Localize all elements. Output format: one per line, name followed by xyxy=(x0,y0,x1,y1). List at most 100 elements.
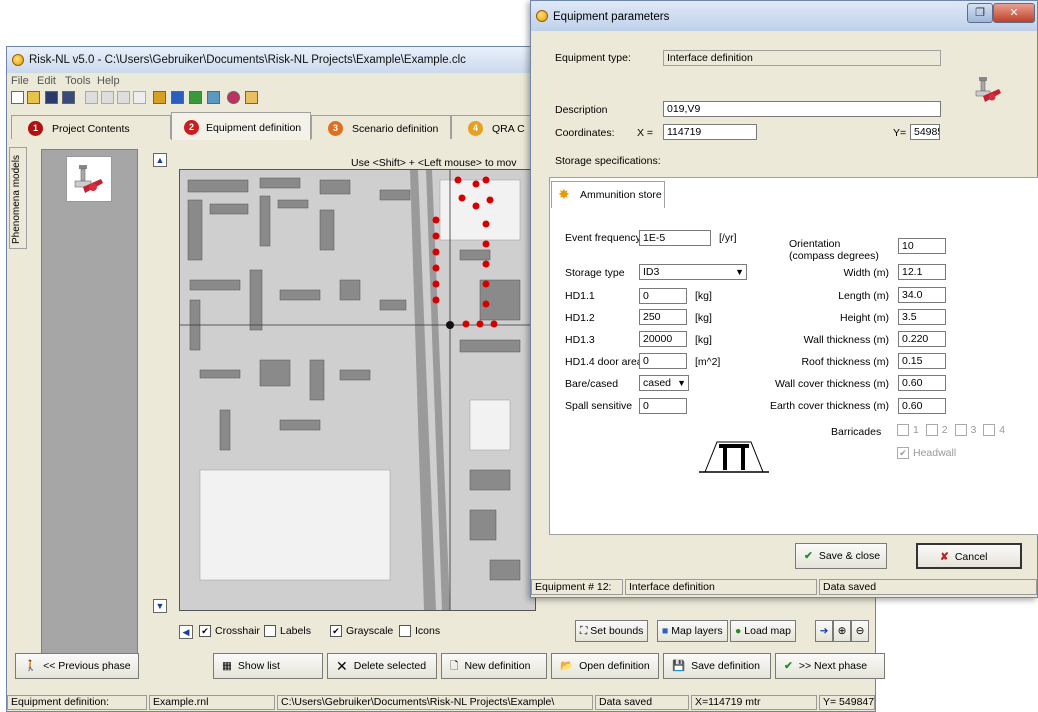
map-view[interactable] xyxy=(179,169,536,611)
new-file-icon[interactable] xyxy=(11,91,24,104)
next-phase-label: >> Next phase xyxy=(798,660,868,672)
book-icon[interactable] xyxy=(245,91,258,104)
close-button[interactable]: ✕ xyxy=(993,3,1035,23)
wall-thickness-input[interactable]: 0.220 xyxy=(898,331,946,347)
open-folder-icon[interactable] xyxy=(27,91,40,104)
equipment-tool-icon[interactable] xyxy=(66,156,112,202)
previous-phase-button[interactable]: 🚶 << Previous phase xyxy=(15,653,139,679)
explosion-icon: ✸ xyxy=(558,186,570,202)
tab-ammunition-store[interactable]: ✸ Ammunition store xyxy=(551,181,665,208)
headwall-checkbox[interactable]: ✔ xyxy=(897,447,909,460)
spall-sensitive-input[interactable]: 0 xyxy=(639,398,687,414)
tab-project-contents[interactable]: 1 Project Contents xyxy=(11,115,171,139)
dialog-app-icon xyxy=(536,10,548,22)
hd11-input[interactable]: 0 xyxy=(639,288,687,304)
zoom-in-button[interactable]: ⊕ xyxy=(833,620,851,642)
spall-sensitive-label: Spall sensitive xyxy=(565,400,633,412)
pan-right-button[interactable]: ➜ xyxy=(815,620,833,642)
wall-cover-input[interactable]: 0.60 xyxy=(898,375,946,391)
scroll-down-button[interactable]: ▼ xyxy=(153,599,167,613)
paste-icon[interactable] xyxy=(117,91,130,104)
menu-help[interactable]: Help xyxy=(97,75,120,87)
roof-thickness-input[interactable]: 0.15 xyxy=(898,353,946,369)
earth-cover-label: Earth cover thickness (m) xyxy=(769,400,889,412)
width-input[interactable]: 12.1 xyxy=(898,264,946,280)
save-icon[interactable] xyxy=(45,91,58,104)
walk-icon: 🚶 xyxy=(24,660,38,673)
earth-cover-input[interactable]: 0.60 xyxy=(898,398,946,414)
crosshair-checkbox[interactable]: ✔ xyxy=(199,625,211,638)
barricade-3-checkbox[interactable] xyxy=(954,424,967,437)
hd13-unit: [kg] xyxy=(695,334,712,346)
scroll-up-button[interactable]: ▲ xyxy=(153,153,167,167)
hd13-input[interactable]: 20000 xyxy=(639,331,687,347)
menu-file[interactable]: File xyxy=(11,75,29,87)
cancel-button[interactable]: ✘ Cancel xyxy=(916,543,1022,569)
save-definition-button[interactable]: 💾 Save definition xyxy=(663,653,771,679)
height-input[interactable]: 3.5 xyxy=(898,309,946,325)
zoom-out-button[interactable]: ⊖ xyxy=(851,620,869,642)
map-layers-button[interactable]: ■ Map layers xyxy=(657,620,728,642)
headwall-option[interactable]: ✔ Headwall xyxy=(897,447,957,460)
dialog-status-equipment: Equipment # 12: xyxy=(531,579,623,595)
save-close-button[interactable]: ✔ Save & close xyxy=(795,543,887,569)
barricade-1-checkbox[interactable] xyxy=(897,424,909,437)
scenario-icon[interactable] xyxy=(189,91,202,104)
sidetab-phenomena-models[interactable]: Phenomena models xyxy=(9,147,27,249)
cut-icon[interactable] xyxy=(85,91,98,104)
option-labels[interactable]: Labels xyxy=(264,625,311,641)
option-crosshair[interactable]: ✔ Crosshair xyxy=(199,625,260,641)
restore-button[interactable]: ❐ xyxy=(967,3,993,23)
storage-type-select[interactable]: ID3 ▼ xyxy=(639,264,747,280)
project-icon[interactable] xyxy=(153,91,166,104)
undo-icon[interactable] xyxy=(133,91,146,104)
headwall-label: Headwall xyxy=(913,447,957,459)
load-map-button[interactable]: ● Load map xyxy=(730,620,796,642)
length-input[interactable]: 34.0 xyxy=(898,287,946,303)
icons-checkbox[interactable] xyxy=(399,625,411,638)
event-frequency-input[interactable]: 1E-5 xyxy=(639,230,711,246)
options-icon[interactable] xyxy=(227,91,240,104)
new-definition-button[interactable]: 🗋 New definition xyxy=(441,653,547,679)
option-grayscale[interactable]: ✔ Grayscale xyxy=(330,625,393,641)
scroll-left-button[interactable]: ◀ xyxy=(179,625,193,639)
globe-icon: ● xyxy=(735,625,745,637)
description-input[interactable]: 019,V9 xyxy=(663,101,941,117)
barricade-4-checkbox[interactable] xyxy=(983,424,996,437)
map-layers-icon: ■ xyxy=(662,625,672,637)
y-coordinate-input[interactable]: 549852 xyxy=(910,124,940,140)
delete-icon: ✕ xyxy=(336,658,348,675)
dialog-status-type: Interface definition xyxy=(625,579,817,595)
delete-selected-button[interactable]: ✕ Delete selected xyxy=(327,653,437,679)
save-all-icon[interactable] xyxy=(62,91,75,104)
option-icons[interactable]: Icons xyxy=(399,625,440,641)
save-definition-label: Save definition xyxy=(691,660,760,672)
tab-equipment-definition[interactable]: 2 Equipment definition xyxy=(171,112,311,140)
event-frequency-unit: [/yr] xyxy=(719,232,737,244)
orientation-input[interactable]: 10 xyxy=(898,238,946,254)
copy-icon[interactable] xyxy=(101,91,114,104)
barricade-2-checkbox[interactable] xyxy=(925,424,938,437)
status-path: C:\Users\Gebruiker\Documents\Risk-NL Pro… xyxy=(277,695,593,710)
bare-cased-select[interactable]: cased ▼ xyxy=(639,375,689,391)
open-definition-button[interactable]: 📂 Open definition xyxy=(551,653,659,679)
tab-qra[interactable]: 4 QRA C xyxy=(451,115,541,139)
chevron-down-icon: ▼ xyxy=(735,267,744,277)
hd14-input[interactable]: 0 xyxy=(639,353,687,369)
equipment-icon[interactable] xyxy=(171,91,184,104)
labels-checkbox[interactable] xyxy=(264,625,276,638)
hd12-input[interactable]: 250 xyxy=(639,309,687,325)
set-bounds-button[interactable]: ⛶ Set bounds xyxy=(575,620,649,642)
next-phase-button[interactable]: ✔ >> Next phase xyxy=(775,653,885,679)
menu-edit[interactable]: Edit xyxy=(37,75,56,87)
equipment-type-field: Interface definition xyxy=(663,50,941,66)
barricade-3-label: 3 xyxy=(970,424,977,436)
qra-icon[interactable] xyxy=(207,91,220,104)
x-coordinate-input[interactable]: 114719 xyxy=(663,124,757,140)
menu-tools[interactable]: Tools xyxy=(65,75,91,87)
show-list-button[interactable]: ▦ Show list xyxy=(213,653,323,679)
load-map-label: Load map xyxy=(744,625,791,637)
grayscale-checkbox[interactable]: ✔ xyxy=(330,625,342,638)
delete-selected-label: Delete selected xyxy=(353,660,427,672)
tab-scenario-definition[interactable]: 3 Scenario definition xyxy=(311,115,451,139)
